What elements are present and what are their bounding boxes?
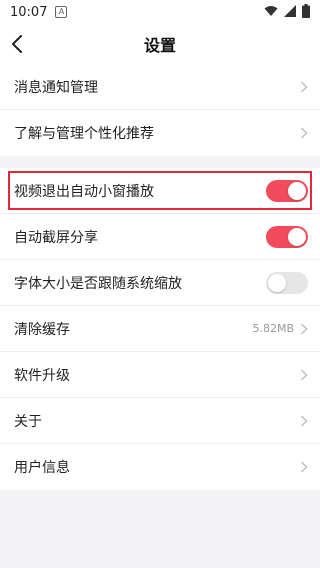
row-user-info[interactable]: 用户信息 — [0, 444, 320, 490]
auto-screenshot-toggle[interactable] — [266, 225, 308, 248]
row-label: 自动截屏分享 — [14, 229, 98, 246]
group-divider — [0, 156, 320, 168]
font-size-toggle[interactable] — [266, 271, 308, 294]
row-label: 了解与管理个性化推荐 — [14, 126, 154, 142]
row-auto-screenshot-share: 自动截屏分享 — [0, 214, 320, 260]
row-label: 消息通知管理 — [14, 79, 98, 96]
page-title: 设置 — [143, 36, 176, 55]
battery-icon — [302, 4, 310, 18]
toggle-knob — [268, 273, 286, 292]
row-label: 关于 — [14, 413, 42, 430]
settings-group-1: 消息通知管理 了解与管理个性化推荐 — [0, 64, 320, 156]
settings-group-2: 视频退出自动小窗播放 自动截屏分享 字体大小是否跟随系统缩放 清除缓存 5.82… — [0, 168, 320, 490]
row-about[interactable]: 关于 — [0, 398, 320, 444]
row-font-size-follow-system: 字体大小是否跟随系统缩放 — [0, 260, 320, 306]
chevron-right-icon — [300, 414, 308, 427]
app-header: 设置 — [0, 24, 320, 64]
video-pip-toggle[interactable] — [266, 179, 308, 202]
toggle-knob — [288, 227, 306, 246]
row-label: 用户信息 — [14, 460, 70, 476]
chevron-right-icon — [300, 368, 308, 381]
row-video-pip: 视频退出自动小窗播放 — [0, 168, 320, 214]
row-label: 字体大小是否跟随系统缩放 — [14, 275, 182, 292]
chevron-right-icon — [300, 322, 308, 335]
status-bar: 10:07 A — [0, 0, 320, 24]
row-software-upgrade[interactable]: 软件升级 — [0, 352, 320, 398]
row-message-notification[interactable]: 消息通知管理 — [0, 64, 320, 110]
cache-size: 5.82MB — [252, 322, 294, 335]
notification-icon: A — [55, 6, 68, 18]
back-button[interactable] — [6, 32, 28, 56]
row-label: 视频退出自动小窗播放 — [14, 183, 154, 200]
row-label: 清除缓存 — [14, 321, 70, 338]
row-clear-cache[interactable]: 清除缓存 5.82MB — [0, 306, 320, 352]
toggle-knob — [288, 181, 306, 200]
signal-icon — [284, 5, 296, 17]
status-time: 10:07 — [10, 4, 48, 20]
row-personalized-recommendation[interactable]: 了解与管理个性化推荐 — [0, 110, 320, 156]
back-arrow-icon — [12, 35, 22, 53]
chevron-right-icon — [300, 127, 308, 139]
status-icons — [264, 4, 310, 18]
wifi-icon — [264, 6, 278, 16]
chevron-right-icon — [300, 461, 308, 473]
chevron-right-icon — [300, 80, 308, 93]
row-label: 软件升级 — [14, 367, 70, 384]
